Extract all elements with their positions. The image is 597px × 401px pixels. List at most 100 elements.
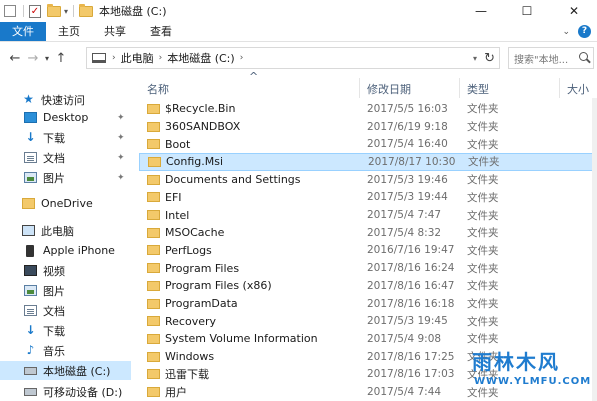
download-icon: ↓ (25, 130, 36, 144)
sidebar-item-downloads-pc[interactable]: ↓ 下载 (0, 321, 131, 340)
file-date: 2017/5/4 9:08 (367, 332, 442, 345)
table-row[interactable]: 360SANDBOX 2017/6/19 9:18 文件夹 (139, 118, 597, 136)
quick-access-dropdown-icon[interactable]: ▾ (64, 7, 68, 16)
file-date: 2017/5/3 19:46 (367, 173, 448, 186)
help-icon[interactable]: ? (578, 25, 591, 38)
sidebar-item-this-pc[interactable]: 此电脑 (0, 221, 131, 240)
table-row[interactable]: Boot 2017/5/4 16:40 文件夹 (139, 135, 597, 153)
sidebar-item-label: 本地磁盘 (C:) (43, 364, 111, 378)
folder-icon (147, 263, 160, 274)
file-type: 文件夹 (467, 103, 499, 116)
properties-check-icon[interactable]: ✓ (29, 4, 41, 18)
sidebar-item-label: 快速访问 (41, 93, 85, 107)
column-divider[interactable] (559, 78, 560, 98)
breadcrumb-separator-icon[interactable]: › (159, 53, 163, 63)
table-row[interactable]: ProgramData 2017/8/16 16:18 文件夹 (139, 295, 597, 313)
pin-icon[interactable]: ✦ (117, 153, 125, 163)
sidebar-item-label: 下载 (43, 131, 65, 145)
pin-icon[interactable]: ✦ (117, 133, 125, 143)
sidebar-item-videos[interactable]: 视频 (0, 261, 131, 280)
watermark-text: 雨林木风 (472, 350, 560, 374)
table-row[interactable]: Intel 2017/5/4 7:47 文件夹 (139, 206, 597, 224)
watermark-url: WWW.YLMFU.COM (474, 376, 592, 387)
sidebar-item-music[interactable]: ♪ 音乐 (0, 341, 131, 360)
table-row[interactable]: $Recycle.Bin 2017/5/5 16:03 文件夹 (139, 100, 597, 118)
file-name: 迅雷下载 (165, 368, 209, 382)
star-icon: ★ (23, 92, 34, 106)
recent-locations-icon[interactable]: ▾ (42, 54, 52, 63)
folder-icon (147, 174, 160, 185)
sidebar-item-pictures[interactable]: 图片 ✦ (0, 168, 131, 187)
column-divider[interactable] (359, 78, 360, 98)
file-type: 文件夹 (467, 244, 499, 257)
file-date: 2017/6/19 9:18 (367, 120, 448, 133)
file-name: Config.Msi (166, 155, 224, 169)
table-row[interactable]: Program Files (x86) 2017/8/16 16:47 文件夹 (139, 277, 597, 295)
sidebar-item-local-disk-c[interactable]: 本地磁盘 (C:) (0, 361, 131, 380)
tab-home[interactable]: 主页 (46, 22, 92, 41)
breadcrumb-this-pc[interactable]: 此电脑 (121, 50, 154, 66)
column-type[interactable]: 类型 (467, 81, 489, 97)
minimize-button[interactable]: — (458, 0, 504, 22)
sidebar-item-desktop[interactable]: Desktop ✦ (0, 108, 131, 127)
table-row[interactable]: PerfLogs 2016/7/16 19:47 文件夹 (139, 242, 597, 260)
table-row[interactable]: EFI 2017/5/3 19:44 文件夹 (139, 189, 597, 207)
table-row[interactable]: MSOCache 2017/5/4 8:32 文件夹 (139, 224, 597, 242)
folder-icon (147, 245, 160, 256)
column-date[interactable]: 修改日期 (367, 81, 411, 97)
file-date: 2017/8/16 16:47 (367, 279, 455, 292)
navigation-bar: ← → ▾ ↑ › 此电脑 › 本地磁盘 (C:) › ▾ ↻ 搜索"本地... (0, 43, 597, 73)
folder-icon (147, 351, 160, 362)
new-folder-icon[interactable] (47, 3, 61, 17)
breadcrumb-separator-icon[interactable]: › (240, 53, 244, 63)
file-type: 文件夹 (467, 121, 499, 134)
column-size[interactable]: 大小 (567, 81, 589, 97)
folder-icon (147, 316, 160, 327)
table-row[interactable]: Config.Msi 2017/8/17 10:30 文件夹 (139, 153, 597, 171)
up-arrow-icon[interactable]: ↑ (52, 51, 70, 66)
file-type: 文件夹 (467, 262, 499, 275)
search-input[interactable]: 搜索"本地... (508, 47, 594, 69)
table-row[interactable]: Program Files 2017/8/16 16:24 文件夹 (139, 259, 597, 277)
sidebar-item-onedrive[interactable]: OneDrive (0, 194, 131, 213)
back-arrow-icon[interactable]: ← (6, 51, 24, 66)
address-dropdown-icon[interactable]: ▾ (473, 54, 477, 63)
table-row[interactable]: Recovery 2017/5/3 19:45 文件夹 (139, 312, 597, 330)
sidebar-item-documents-pc[interactable]: 文档 (0, 301, 131, 320)
forward-arrow-icon[interactable]: → (24, 51, 42, 66)
file-name: Program Files (165, 261, 240, 275)
pin-icon[interactable]: ✦ (117, 113, 125, 123)
breadcrumb-local-disk[interactable]: 本地磁盘 (C:) (167, 50, 234, 66)
pin-icon[interactable]: ✦ (117, 173, 125, 183)
explorer-app-icon[interactable] (4, 5, 18, 17)
tab-view[interactable]: 查看 (138, 22, 184, 41)
tab-share[interactable]: 共享 (92, 22, 138, 41)
sidebar-item-label: 音乐 (43, 344, 65, 358)
column-divider[interactable] (459, 78, 460, 98)
file-type: 文件夹 (468, 156, 500, 169)
file-type: 文件夹 (467, 315, 499, 328)
file-type: 文件夹 (467, 138, 499, 151)
sidebar-item-quick-access[interactable]: ★ 快速访问 (0, 90, 131, 109)
sidebar-item-pictures-pc[interactable]: 图片 (0, 281, 131, 300)
address-bar[interactable]: › 此电脑 › 本地磁盘 (C:) › ▾ ↻ (86, 47, 500, 69)
sidebar-item-documents[interactable]: 文档 ✦ (0, 148, 131, 167)
tab-file[interactable]: 文件 (0, 22, 46, 41)
sidebar-item-iphone[interactable]: Apple iPhone (0, 241, 131, 260)
window-title: 本地磁盘 (C:) (99, 5, 167, 18)
expand-ribbon-icon[interactable]: ⌄ (562, 27, 570, 37)
breadcrumb-separator-icon[interactable]: › (112, 53, 116, 63)
refresh-icon[interactable]: ↻ (484, 51, 495, 66)
maximize-button[interactable]: ☐ (504, 0, 550, 22)
file-type: 文件夹 (467, 333, 499, 346)
table-row[interactable]: Documents and Settings 2017/5/3 19:46 文件夹 (139, 171, 597, 189)
sidebar-item-removable-d[interactable]: 可移动设备 (D:) (0, 382, 131, 401)
close-button[interactable]: ✕ (551, 0, 597, 22)
sort-ascending-icon: ^ (249, 70, 259, 83)
sidebar-item-downloads[interactable]: ↓ 下载 ✦ (0, 128, 131, 147)
column-name[interactable]: 名称 (147, 81, 169, 97)
toolbar-divider (73, 5, 75, 17)
file-name: $Recycle.Bin (165, 102, 236, 116)
file-type: 文件夹 (467, 191, 499, 204)
folder-icon (147, 103, 160, 114)
